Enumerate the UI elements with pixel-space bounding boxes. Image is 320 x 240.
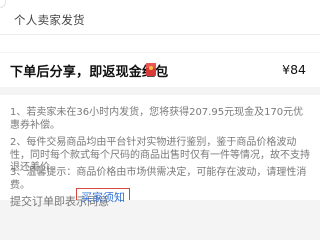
toggle-partial[interactable] (0, 0, 6, 8)
note-item: 1、若卖家未在36小时内发货，您将获得207.95元现金及170元优惠券补偿。 (10, 107, 304, 131)
seller-type-label: 个人卖家发货 (14, 13, 85, 27)
notes-card: 1、若卖家未在36小时内发货，您将获得207.95元现金及170元优惠券补偿。 … (0, 95, 320, 208)
cashback-text: 下单后分享，即返现金红包 (10, 65, 169, 80)
seller-card: 个人卖家发货 (0, 0, 320, 52)
buyer-notice-link[interactable]: 买家须知 (76, 188, 130, 204)
divider (0, 34, 320, 35)
red-packet-icon (146, 63, 156, 76)
cashback-row[interactable]: 下单后分享，即返现金红包 ¥84 (0, 53, 320, 87)
cashback-amount: ¥84 (282, 62, 306, 77)
note-item: 3、温馨提示：商品价格由市场供需决定，可能存在波动，请理性消费。 (10, 167, 307, 191)
